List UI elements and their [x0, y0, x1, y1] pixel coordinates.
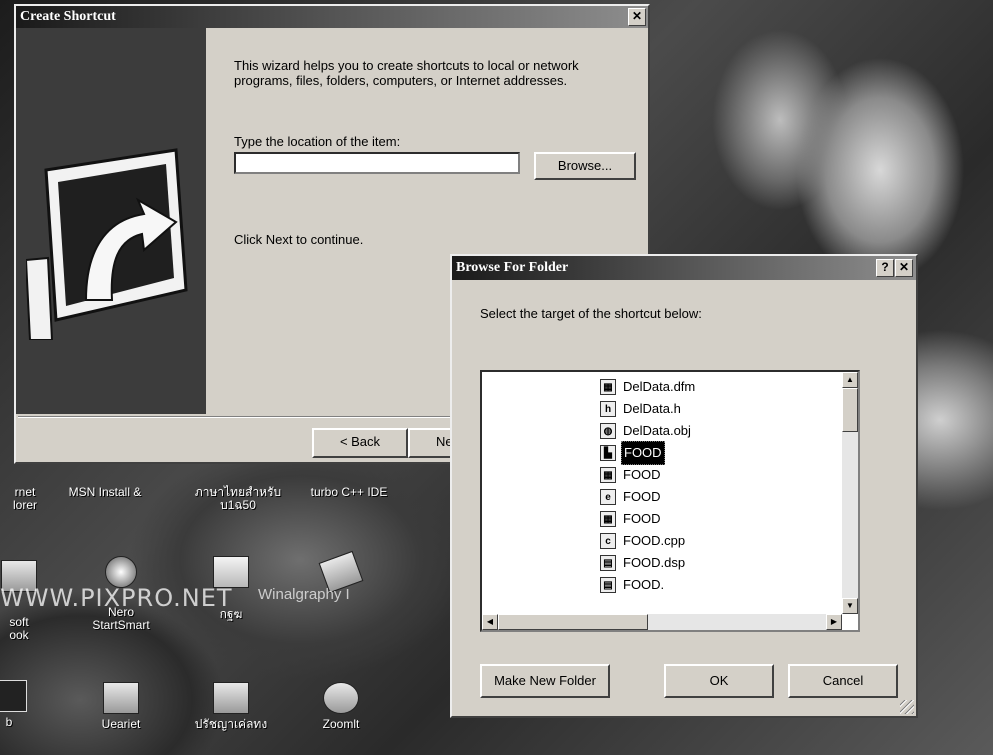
folder-icon: [103, 682, 139, 714]
wizard-graphic-panel: [16, 28, 206, 414]
tree-item[interactable]: ▤ FOOD.dsp: [600, 552, 687, 574]
continue-text: Click Next to continue.: [234, 232, 364, 247]
tree-item[interactable]: ▦ FOOD: [600, 508, 663, 530]
scroll-right-button[interactable]: ▶: [826, 614, 842, 630]
desktop-icon-label: soft ook: [9, 615, 29, 642]
help-icon: ?: [881, 260, 889, 274]
desktop-icon-label: ปรัชญาเค่ลทง: [194, 717, 268, 731]
window-title: Create Shortcut: [20, 9, 116, 24]
tree-item-label: FOOD: [623, 467, 661, 482]
tree-item-label: FOOD: [623, 489, 661, 504]
folder-icon: [213, 682, 249, 714]
desktop-icon-zoomit[interactable]: Zoomlt: [296, 682, 386, 731]
desktop-icon-msn-install[interactable]: MSN Install &: [60, 486, 150, 499]
tree-item[interactable]: ◍ DelData.obj: [600, 420, 693, 442]
tree-item[interactable]: h DelData.h: [600, 398, 683, 420]
back-button[interactable]: < Back: [312, 428, 408, 458]
tree-item-label: DelData.obj: [623, 423, 691, 438]
close-button[interactable]: ✕: [628, 8, 646, 26]
resize-grip[interactable]: [900, 700, 914, 714]
tree-item-label: FOOD.: [623, 577, 665, 592]
dsp-file-icon: ▤: [600, 555, 616, 571]
close-icon: ✕: [631, 9, 643, 23]
scroll-left-button[interactable]: ◀: [482, 614, 498, 630]
scroll-down-button[interactable]: ▼: [842, 598, 858, 614]
app-icon: [0, 680, 27, 712]
make-new-folder-button[interactable]: Make New Folder: [480, 664, 610, 698]
location-input[interactable]: [234, 152, 520, 174]
browse-for-folder-dialog: Browse For Folder ? ✕ Select the target …: [450, 254, 918, 718]
help-button[interactable]: ?: [876, 259, 894, 277]
tree-item-label: DelData.h: [623, 401, 681, 416]
watermark-text: WWW.PIXPRO.NET: [0, 584, 233, 612]
desktop-icon-label: Zoomlt: [322, 717, 360, 731]
tree-item-label: FOOD: [621, 441, 665, 465]
zoomit-icon: [323, 682, 359, 714]
header-file-icon: h: [600, 401, 616, 417]
cpp-file-icon: c: [600, 533, 616, 549]
file-icon: ▤: [600, 577, 616, 593]
scroll-thumb[interactable]: [842, 388, 858, 432]
vertical-scrollbar[interactable]: ▲ ▼: [842, 372, 858, 614]
tree-item-label: DelData.dfm: [623, 379, 696, 394]
internet-file-icon: e: [600, 489, 616, 505]
desktop-icon-label: turbo C++ IDE: [310, 485, 388, 499]
ok-button[interactable]: OK: [664, 664, 774, 698]
shortcut-arrow-icon: [26, 148, 188, 340]
folder-tree[interactable]: ▦ DelData.dfm h DelData.h ◍ DelData.obj …: [480, 370, 860, 632]
form-file-icon: ▦: [600, 511, 616, 527]
tree-item[interactable]: e FOOD: [600, 486, 663, 508]
desktop-icon-label: MSN Install &: [68, 485, 142, 499]
form-file-icon: ▦: [600, 379, 616, 395]
desktop-icon-turbo-cpp[interactable]: turbo C++ IDE: [294, 486, 404, 499]
browse-dialog-titlebar[interactable]: Browse For Folder ? ✕: [452, 256, 916, 280]
tree-item[interactable]: ▤ FOOD.: [600, 574, 666, 596]
close-icon: ✕: [898, 260, 910, 274]
scroll-up-button[interactable]: ▲: [842, 372, 858, 388]
tree-item-selected[interactable]: ▙ FOOD: [600, 441, 665, 465]
tree-item[interactable]: ▦ FOOD: [600, 464, 663, 486]
object-file-icon: ◍: [600, 423, 616, 439]
tree-item[interactable]: c FOOD.cpp: [600, 530, 687, 552]
project-icon: ▙: [600, 445, 616, 461]
desktop-icon-ueariet[interactable]: Ueariet: [76, 682, 166, 731]
form-file-icon: ▦: [600, 467, 616, 483]
location-label: Type the location of the item:: [234, 134, 401, 149]
horizontal-scrollbar[interactable]: ◀ ▶: [482, 614, 842, 630]
watermark-partial-text: Winalgraphy I: [258, 586, 350, 603]
tree-item-label: FOOD.dsp: [623, 555, 686, 570]
tree-item-label: FOOD.cpp: [623, 533, 686, 548]
browse-button[interactable]: Browse...: [534, 152, 636, 180]
create-shortcut-titlebar[interactable]: Create Shortcut ✕: [16, 6, 648, 28]
desktop-icon-label: ภาษาไทยสำหรับ บ1ฉ50: [194, 485, 282, 512]
wizard-intro-text: This wizard helps you to create shortcut…: [234, 58, 579, 88]
desktop-icon-app[interactable]: b: [0, 680, 54, 729]
close-button[interactable]: ✕: [895, 259, 913, 277]
dialog-title: Browse For Folder: [456, 260, 569, 275]
desktop-icon-thai-folder[interactable]: ปรัชญาเค่ลทง: [176, 682, 286, 731]
scroll-thumb[interactable]: [498, 614, 648, 630]
desktop-icon-thai-shortcut[interactable]: ภาษาไทยสำหรับ บ1ฉ50: [178, 486, 298, 512]
tree-item[interactable]: ▦ DelData.dfm: [600, 376, 697, 398]
tree-item-label: FOOD: [623, 511, 661, 526]
cancel-button[interactable]: Cancel: [788, 664, 898, 698]
desktop-icon-label: Ueariet: [101, 717, 141, 731]
browse-instruction: Select the target of the shortcut below:: [480, 306, 702, 321]
desktop-icon-label: b: [5, 715, 13, 729]
